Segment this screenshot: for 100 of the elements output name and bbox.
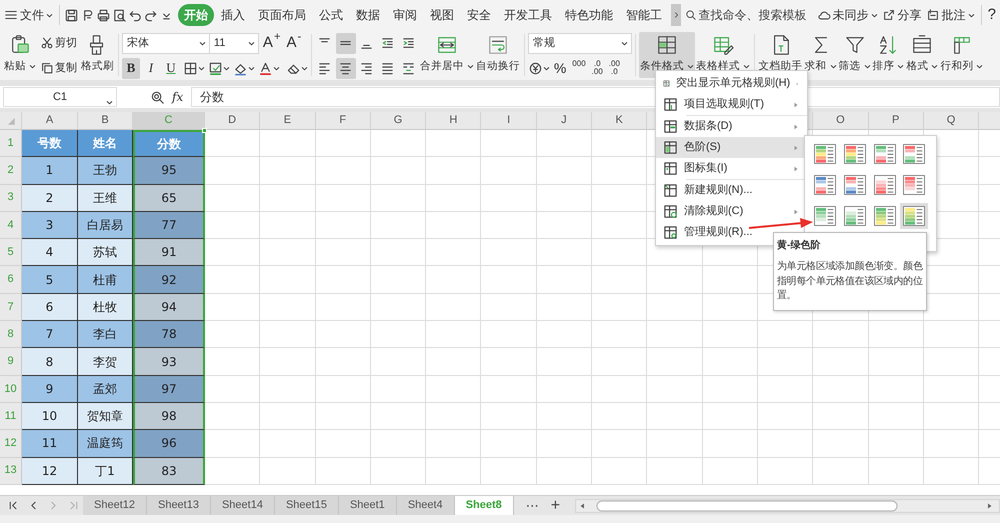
empty-cell[interactable] [868, 376, 924, 403]
font-size-select[interactable]: 11 [208, 32, 259, 54]
print-icon[interactable] [96, 8, 112, 22]
increase-decimal-button[interactable]: .0 .00 [590, 60, 605, 76]
column-header[interactable]: J [536, 112, 592, 130]
empty-cell[interactable] [702, 321, 758, 348]
copy-button[interactable]: 复制 [38, 58, 79, 78]
search-field[interactable]: 查找命令、搜索模板 [696, 6, 815, 24]
file-menu-button[interactable]: 文件 [2, 3, 55, 27]
empty-cell[interactable] [481, 184, 537, 212]
empty-cell[interactable] [592, 376, 648, 403]
empty-cell[interactable] [370, 402, 426, 430]
number-format-select[interactable]: 常规 [528, 32, 632, 54]
column-header[interactable]: O [813, 112, 869, 130]
empty-cell[interactable] [924, 321, 980, 348]
empty-cell[interactable] [316, 430, 371, 458]
more-sheets-button[interactable]: ⋯ [520, 496, 545, 514]
empty-cell[interactable] [370, 294, 426, 322]
sheet-tab[interactable]: Sheet12 [83, 496, 147, 515]
empty-cell[interactable] [316, 294, 371, 322]
empty-cell[interactable] [316, 184, 371, 212]
empty-cell[interactable] [426, 212, 482, 240]
empty-cell[interactable] [260, 402, 316, 430]
empty-cell[interactable] [924, 402, 980, 430]
horizontal-scrollbar[interactable] [575, 498, 1000, 512]
empty-cell[interactable] [481, 157, 537, 185]
ribbon-tab[interactable]: 视图 [424, 4, 460, 26]
empty-cell[interactable] [758, 458, 814, 485]
empty-cell[interactable] [481, 239, 537, 266]
fill-handle[interactable] [202, 128, 207, 133]
empty-cell[interactable] [813, 430, 869, 458]
empty-cell[interactable] [592, 212, 648, 240]
empty-cell[interactable] [536, 321, 592, 348]
empty-cell[interactable] [758, 321, 814, 348]
format-button[interactable]: 格式 [905, 32, 940, 78]
empty-cell[interactable] [481, 402, 537, 430]
shrink-font-button[interactable]: A$^{-}$ [284, 32, 304, 54]
empty-cell[interactable] [647, 458, 703, 485]
empty-cell[interactable] [702, 458, 758, 485]
empty-cell[interactable] [481, 294, 537, 322]
empty-cell[interactable] [647, 376, 703, 403]
empty-cell[interactable] [647, 321, 703, 348]
empty-cell[interactable] [536, 294, 592, 322]
empty-cell[interactable] [813, 348, 869, 376]
empty-cell[interactable] [702, 294, 758, 322]
empty-cell[interactable] [370, 430, 426, 458]
percent-button[interactable]: % [552, 58, 568, 78]
empty-cell[interactable] [316, 212, 371, 240]
comment-button[interactable]: 批注 [924, 3, 977, 27]
empty-cell[interactable] [592, 266, 648, 294]
ribbon-tab[interactable]: 开发工具 [498, 4, 558, 26]
sheet-tab[interactable]: Sheet14 [210, 496, 275, 515]
empty-cell[interactable] [536, 239, 592, 266]
empty-cell[interactable] [702, 376, 758, 403]
sheet-tab[interactable]: Sheet4 [396, 496, 455, 515]
empty-cell[interactable] [426, 266, 482, 294]
format-painter-button[interactable]: 格式刷 [80, 32, 115, 78]
empty-cell[interactable] [260, 184, 316, 212]
empty-cell[interactable] [592, 157, 648, 185]
empty-cell[interactable] [370, 130, 426, 158]
empty-cell[interactable] [813, 402, 869, 430]
empty-cell[interactable] [260, 212, 316, 240]
font-color-icon[interactable] [258, 60, 273, 76]
filter-button[interactable]: 筛选 [838, 32, 872, 78]
border-icon[interactable] [182, 60, 198, 76]
empty-cell[interactable] [868, 458, 924, 485]
empty-cell[interactable] [536, 376, 592, 403]
empty-cell[interactable] [316, 157, 371, 185]
empty-cell[interactable] [868, 402, 924, 430]
empty-cell[interactable] [316, 130, 371, 158]
ribbon-tab[interactable]: 特色功能 [559, 4, 620, 26]
column-header[interactable]: E [260, 112, 316, 130]
empty-cell[interactable] [592, 294, 648, 322]
empty-cell[interactable] [260, 430, 316, 458]
empty-cell[interactable] [536, 348, 592, 376]
menu-item[interactable]: 清除规则(C) [656, 201, 807, 222]
empty-cell[interactable] [481, 212, 537, 240]
empty-cell[interactable] [370, 184, 426, 212]
empty-cell[interactable] [536, 157, 592, 185]
empty-cell[interactable] [758, 348, 814, 376]
empty-cell[interactable] [426, 376, 482, 403]
ribbon-tab[interactable]: 页面布局 [252, 4, 312, 26]
empty-cell[interactable] [426, 402, 482, 430]
empty-cell[interactable] [481, 266, 537, 294]
paste-button[interactable]: 粘贴 [3, 32, 37, 78]
align-middle-icon[interactable] [336, 32, 356, 54]
empty-cell[interactable] [426, 184, 482, 212]
menu-item[interactable]: 色阶(S) [656, 137, 807, 158]
empty-cell[interactable] [260, 376, 316, 403]
empty-cell[interactable] [536, 184, 592, 212]
empty-cell[interactable] [260, 458, 316, 485]
empty-cell[interactable] [426, 430, 482, 458]
empty-cell[interactable] [370, 157, 426, 185]
column-header[interactable]: F [316, 112, 371, 130]
empty-cell[interactable] [481, 321, 537, 348]
empty-cell[interactable] [481, 348, 537, 376]
empty-cell[interactable] [536, 212, 592, 240]
menu-item[interactable]: 图标集(I) [656, 158, 807, 179]
empty-cell[interactable] [592, 402, 648, 430]
empty-cell[interactable] [316, 321, 371, 348]
